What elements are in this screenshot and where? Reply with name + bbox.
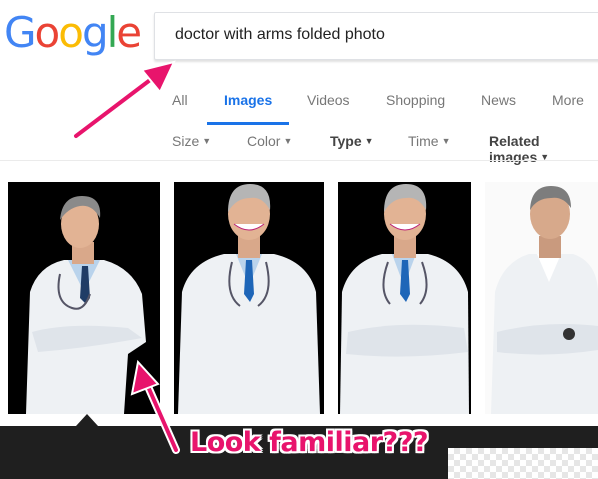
- search-input[interactable]: [173, 25, 597, 45]
- image-result-2[interactable]: [174, 182, 324, 414]
- toolbar-divider: [0, 160, 598, 161]
- logo-letter: e: [116, 8, 142, 57]
- tool-label: Type: [330, 133, 362, 149]
- tool-label: Size: [172, 133, 200, 149]
- transparency-pattern: [448, 448, 598, 479]
- tab-more[interactable]: More: [552, 92, 584, 108]
- doctor-photo-1: [26, 196, 146, 414]
- tool-color[interactable]: Color ▼: [247, 133, 292, 149]
- image-result-3[interactable]: [338, 182, 471, 414]
- tab-news[interactable]: News: [481, 92, 516, 108]
- image-result-1[interactable]: [8, 182, 160, 414]
- preview-pointer: [76, 414, 98, 426]
- logo-letter: o: [58, 8, 84, 57]
- tool-time[interactable]: Time ▼: [408, 133, 451, 149]
- caret-down-icon: ▼: [441, 136, 451, 146]
- doctor-photo-3: [340, 184, 469, 414]
- tool-type[interactable]: Type ▼: [330, 133, 374, 149]
- logo-letter: o: [34, 8, 61, 57]
- search-box[interactable]: [154, 12, 598, 60]
- caret-down-icon: ▼: [202, 136, 212, 146]
- image-result-4[interactable]: [485, 182, 598, 414]
- tool-size[interactable]: Size ▼: [172, 133, 211, 149]
- caret-down-icon: ▼: [283, 136, 293, 146]
- logo-letter: g: [81, 8, 109, 57]
- doctor-photo-4: [491, 186, 598, 414]
- caret-down-icon: ▼: [364, 136, 374, 146]
- tab-shopping[interactable]: Shopping: [386, 92, 445, 108]
- tool-label: Color: [247, 133, 281, 149]
- annotation-text: Look familiar???: [190, 427, 429, 458]
- search-tools: Size ▼ Color ▼ Type ▼ Time ▼ Related images ▼: [0, 133, 598, 165]
- tool-label: Time: [408, 133, 439, 149]
- google-logo[interactable]: Google: [4, 8, 142, 57]
- logo-letter: l: [106, 8, 119, 57]
- active-tab-indicator: [207, 122, 289, 125]
- tab-images[interactable]: Images: [224, 92, 272, 108]
- tab-all[interactable]: All: [172, 92, 188, 108]
- logo-letter: G: [4, 8, 37, 57]
- doctor-photo-2: [178, 184, 320, 414]
- search-tabs: All Images Videos Shopping News More: [0, 92, 598, 112]
- tab-videos[interactable]: Videos: [307, 92, 350, 108]
